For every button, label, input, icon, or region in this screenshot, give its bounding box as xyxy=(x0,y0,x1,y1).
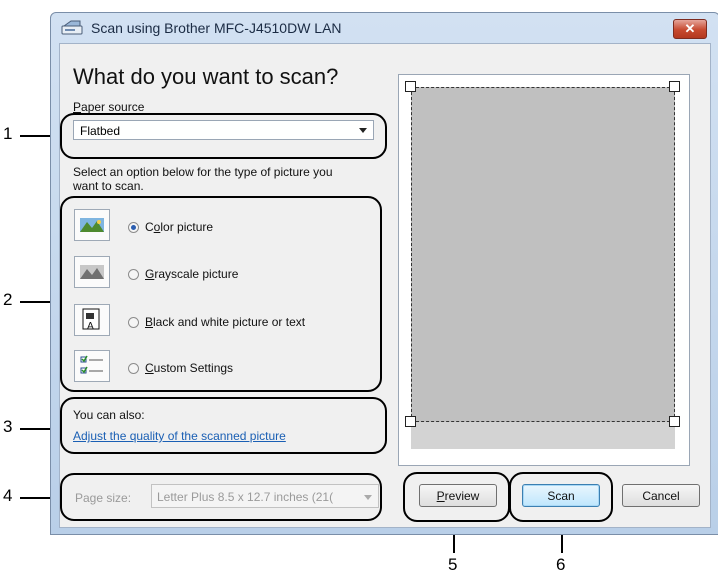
close-button[interactable]: ✕ xyxy=(673,19,707,39)
callout-box-paper-source xyxy=(60,113,387,159)
callout-box-scan-button xyxy=(509,472,613,522)
instruction-line-1: Select an option below for the type of p… xyxy=(73,165,333,179)
callout-box-scan-options xyxy=(60,196,382,392)
paper-source-label: Paper source xyxy=(73,100,145,114)
selection-handle-bottom-left[interactable] xyxy=(405,416,416,427)
selection-handle-top-left[interactable] xyxy=(405,81,416,92)
callout-box-page-size xyxy=(60,473,382,521)
instruction-line-2: want to scan. xyxy=(73,179,144,193)
callout-number-4: 4 xyxy=(3,486,13,505)
scan-selection-rectangle[interactable] xyxy=(411,87,675,422)
cancel-button[interactable]: Cancel xyxy=(622,484,700,507)
scanner-icon xyxy=(61,20,83,35)
callout-number-1: 1 xyxy=(3,124,13,143)
preview-panel[interactable] xyxy=(398,74,690,466)
callout-number-5: 5 xyxy=(448,555,458,574)
callout-number-3: 3 xyxy=(3,417,13,436)
callout-box-adjust-link xyxy=(60,397,387,454)
callout-number-6: 6 xyxy=(556,555,566,574)
callout-number-2: 2 xyxy=(3,290,13,309)
page-title: What do you want to scan? xyxy=(73,64,339,89)
title-bar[interactable]: Scan using Brother MFC-J4510DW LAN ✕ xyxy=(51,13,718,43)
window-title: Scan using Brother MFC-J4510DW LAN xyxy=(91,20,342,36)
selection-handle-top-right[interactable] xyxy=(669,81,680,92)
callout-box-preview-button xyxy=(403,472,510,522)
selection-handle-bottom-right[interactable] xyxy=(669,416,680,427)
